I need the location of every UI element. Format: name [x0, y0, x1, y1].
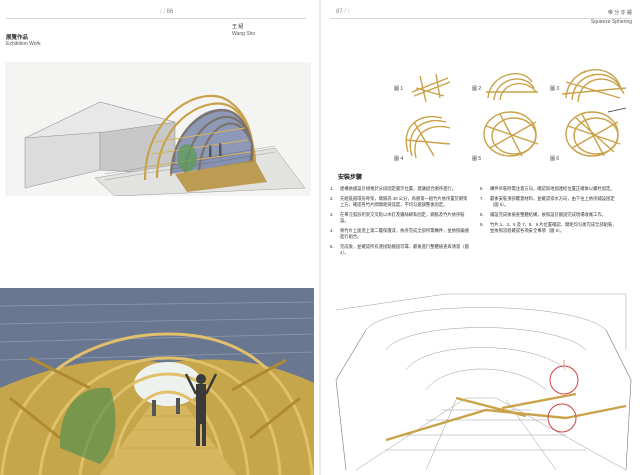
left-page-number: / / 86: [160, 9, 174, 15]
figure-1: [411, 73, 451, 103]
step-item: 5. 完成後，並確認所有連接點穩固可靠，最後進行整體檢查與清潔（圖 4）。: [330, 244, 469, 255]
render-exterior-view: [5, 62, 311, 196]
step-item: 9. 竹片 1、3、5 及 7、8、9 片位置確認，間距均匀後完成全部組裝，並依照…: [480, 222, 617, 233]
figure-4-label-5: 圖 5: [472, 156, 481, 162]
figure-1-label: 圖 1: [394, 86, 403, 92]
figure-5: [483, 111, 539, 157]
header-rule-right: [330, 18, 630, 19]
figure-2-label: 圖 2: [472, 86, 481, 92]
figure-6-label: 圖 6: [550, 156, 559, 162]
step-item: 4. 將竹片上面塗上第二層保護漆，依序完成全部所需構件，並依照編號進行組合。: [330, 228, 469, 239]
figure-4: [405, 116, 451, 159]
right-page: 87 / / 帝 分 亦 麗 Squeeze Sphering 圖 1 圖 2 …: [320, 0, 640, 475]
structural-line-drawing: [326, 290, 636, 470]
assembly-diagrams: 圖 1 圖 2 圖 3 圖 4 圖 5 圖 6: [390, 52, 634, 164]
step-item: 6. 構件吊裝時需注意方向，確認與地面連結位置正確後以螺栓固定。: [480, 186, 615, 191]
figure-4-label: 圖 4: [394, 156, 403, 162]
steps-column-1: 1. 建構依據設計規格於分段固定圖示位置，建議組合順序進行。 2. 先組裝圓環形骨架…: [330, 186, 470, 260]
header-rule: [6, 18, 306, 19]
author-name-en: Wang Sho: [232, 31, 256, 37]
author-name-zh: 王 紹: [232, 24, 244, 30]
figure-3-label: 圖 3: [550, 86, 559, 92]
render-interior-view: [0, 288, 314, 475]
step-item: 7. 最後安裝頂部覆蓋材料，並確認排水方向，由下往上依序鋪設固定（圖 5）。: [480, 196, 615, 207]
step-item: 3. 在單元弧形桁架交叉點以木釘及鐵絲綁紮固定，鋼筋及竹片依序裝設。: [330, 212, 465, 223]
step-item: 2. 先組裝圓環形骨架，間隔為 40 公分，再將第一組竹片依序置於鋼架上方，確認各…: [330, 196, 468, 207]
project-title-en: Squeeze Sphering: [590, 19, 632, 25]
figure-2: [486, 73, 538, 101]
chapter-tag: 帝 分 亦 麗: [607, 10, 632, 16]
figure-3: [561, 69, 627, 103]
left-page: / / 86 展覽作品 Exhibition Work 王 紹 Wang Sho: [0, 0, 320, 475]
right-page-number: 87 / /: [336, 9, 350, 15]
steps-title: 安裝步驟: [338, 175, 363, 181]
steps-column-2: 6. 構件吊裝時需注意方向，確認與地面連結位置正確後以螺栓固定。 7. 最後安裝頂部…: [480, 186, 620, 238]
figure-6: [565, 111, 621, 157]
section-title-zh: 展覽作品: [6, 35, 29, 41]
step-item: 1. 建構依據設計規格於分段固定圖示位置，建議組合順序進行。: [330, 186, 457, 191]
step-item: 8. 鋪設完成後檢查整體結構，依照設計圖說完成現場收尾工作。: [480, 212, 607, 217]
arrow-indicator: [607, 107, 627, 113]
section-title-en: Exhibition Work: [6, 41, 41, 47]
